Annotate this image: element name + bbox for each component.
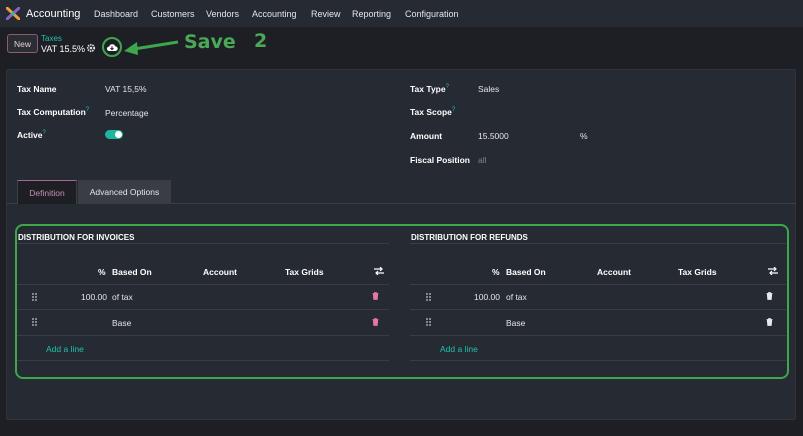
- tax-type-select[interactable]: Sales: [478, 84, 499, 94]
- amount-unit: %: [580, 131, 588, 141]
- tax-scope-label: Tax Scope?: [410, 107, 456, 117]
- tax-type-label: Tax Type?: [410, 84, 449, 94]
- tax-computation-label: Tax Computation?: [17, 107, 90, 117]
- active-label: Active?: [17, 130, 46, 140]
- amount-label: Amount: [410, 131, 443, 141]
- tab-advanced-options[interactable]: Advanced Options: [78, 180, 171, 204]
- distribution-highlight-box: [15, 224, 789, 379]
- amount-field[interactable]: 15.5000: [478, 131, 509, 141]
- tax-name-label: Tax Name: [17, 84, 57, 94]
- tab-definition[interactable]: Definition: [17, 180, 77, 204]
- annotation-save-text: Save: [184, 31, 236, 53]
- tax-computation-select[interactable]: Percentage: [105, 108, 148, 118]
- annotation-step-two: 2: [254, 30, 268, 52]
- fiscal-position-field[interactable]: all: [478, 155, 487, 165]
- active-toggle[interactable]: [105, 130, 123, 139]
- tax-name-field[interactable]: VAT 15,5%: [105, 84, 147, 94]
- fiscal-position-label: Fiscal Position: [410, 155, 470, 165]
